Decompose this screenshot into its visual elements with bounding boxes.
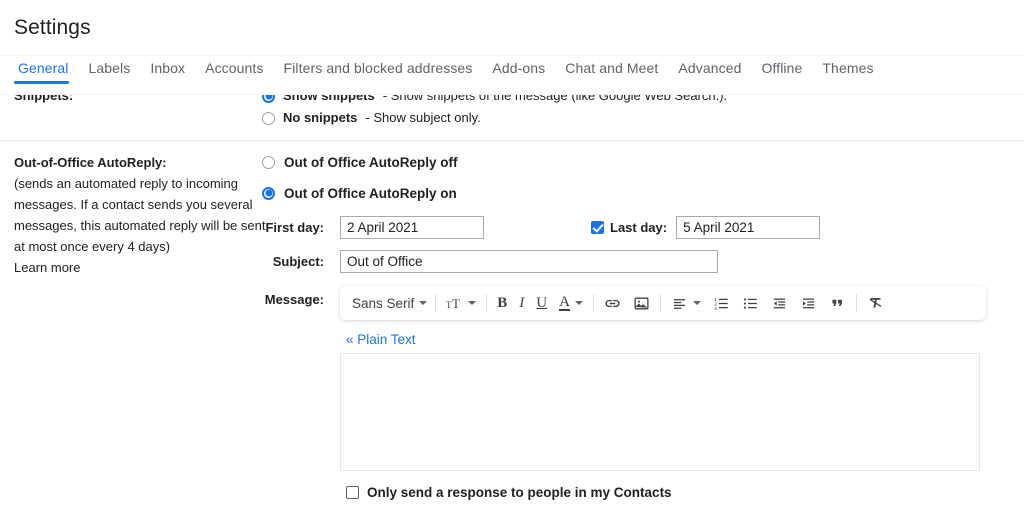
tab-add-ons[interactable]: Add-ons: [482, 56, 555, 90]
message-editor: Sans Serif T T B I U A 1 2 3 « Plain Tex…: [340, 286, 986, 500]
tab-accounts[interactable]: Accounts: [195, 56, 273, 90]
font-family-selector[interactable]: Sans Serif: [344, 289, 431, 317]
toolbar-divider: [592, 294, 594, 312]
last-day-input[interactable]: [676, 216, 821, 239]
date-range-row: First day: Last day:: [262, 216, 1024, 239]
chevron-down-icon: [419, 301, 428, 305]
only-contacts-checkbox[interactable]: [346, 486, 359, 499]
last-day-label: Last day:: [610, 220, 668, 235]
radio-no-snippets[interactable]: [262, 111, 275, 125]
last-day-checkbox[interactable]: [591, 221, 604, 234]
subject-label: Subject:: [272, 254, 324, 269]
autoreply-on-label: Out of Office AutoReply on: [284, 185, 457, 201]
settings-page: Snippets: Show snippets - Show snippets …: [0, 0, 1024, 520]
link-icon: [604, 295, 621, 312]
chevron-down-icon: [692, 301, 701, 305]
message-label: Message:: [264, 292, 324, 307]
snippets-option-none[interactable]: No snippets - Show subject only.: [262, 107, 727, 129]
out-of-office-option-off[interactable]: Out of Office AutoReply off: [262, 150, 1024, 174]
tab-advanced[interactable]: Advanced: [668, 56, 751, 90]
text-color-icon: A: [559, 294, 570, 311]
bulleted-list-button[interactable]: [736, 289, 765, 317]
tab-filters-and-blocked-addresses[interactable]: Filters and blocked addresses: [274, 56, 483, 90]
image-icon: [633, 295, 650, 312]
bulleted-list-icon: [742, 296, 759, 311]
snippets-none-label: No snippets: [283, 110, 358, 125]
numbered-list-icon: 1 2 3: [713, 296, 730, 311]
font-size-icon: T T: [446, 296, 463, 311]
indent-less-button[interactable]: [765, 289, 794, 317]
remove-formatting-button[interactable]: [861, 289, 890, 317]
chevron-down-icon: [468, 301, 477, 305]
quote-button[interactable]: [823, 289, 852, 317]
only-contacts-label: Only send a response to people in my Con…: [367, 485, 672, 500]
section-divider: [0, 140, 1024, 141]
out-of-office-heading: Out-of-Office AutoReply:: [14, 155, 167, 170]
subject-input[interactable]: [340, 250, 718, 273]
align-left-icon: [671, 296, 688, 311]
indent-more-button[interactable]: [794, 289, 823, 317]
align-button[interactable]: [665, 289, 707, 317]
radio-autoreply-off[interactable]: [262, 155, 275, 169]
out-of-office-label-column: Out-of-Office AutoReply: (sends an autom…: [14, 152, 272, 278]
plain-text-toggle-link[interactable]: « Plain Text: [346, 332, 416, 347]
tab-themes[interactable]: Themes: [812, 56, 883, 90]
toolbar-divider: [659, 294, 661, 312]
page-title: Settings: [14, 15, 91, 39]
svg-text:T: T: [452, 296, 460, 311]
message-body-input[interactable]: [340, 353, 980, 471]
insert-image-button[interactable]: [627, 289, 656, 317]
indent-increase-icon: [800, 296, 817, 311]
last-day-group: Last day:: [591, 216, 821, 239]
radio-autoreply-on[interactable]: [262, 186, 275, 200]
numbered-list-button[interactable]: 1 2 3: [707, 289, 736, 317]
font-family-value: Sans Serif: [352, 295, 415, 311]
tab-chat-and-meet[interactable]: Chat and Meet: [555, 56, 668, 90]
message-row: Message: Sans Serif T T B I U A 1 2 3 « …: [262, 286, 1024, 500]
italic-button[interactable]: I: [513, 289, 530, 317]
toolbar-divider: [435, 294, 437, 312]
svg-text:3: 3: [714, 305, 717, 310]
remove-formatting-icon: [867, 295, 884, 311]
out-of-office-description: (sends an automated reply to incoming me…: [14, 176, 266, 254]
tab-offline[interactable]: Offline: [751, 56, 812, 90]
first-day-label: First day:: [265, 220, 324, 235]
bold-button[interactable]: B: [491, 289, 513, 317]
indent-decrease-icon: [771, 296, 788, 311]
block-quote-icon: [829, 296, 846, 311]
settings-tab-bar: General Labels Inbox Accounts Filters an…: [0, 56, 1024, 94]
toolbar-divider: [486, 294, 488, 312]
formatting-toolbar: Sans Serif T T B I U A 1 2 3: [340, 286, 986, 320]
settings-header: Settings: [0, 0, 1024, 56]
text-color-button[interactable]: A: [553, 289, 589, 317]
out-of-office-option-on[interactable]: Out of Office AutoReply on: [262, 181, 1024, 205]
only-contacts-row[interactable]: Only send a response to people in my Con…: [346, 485, 986, 500]
first-day-input[interactable]: [340, 216, 484, 239]
font-size-selector[interactable]: T T: [440, 289, 482, 317]
tab-inbox[interactable]: Inbox: [140, 56, 195, 90]
subject-row: Subject:: [262, 250, 1024, 273]
tab-labels[interactable]: Labels: [79, 56, 141, 90]
chevron-down-icon: [574, 301, 583, 305]
autoreply-off-label: Out of Office AutoReply off: [284, 154, 458, 170]
learn-more-link[interactable]: Learn more: [14, 260, 80, 275]
tab-general[interactable]: General: [14, 56, 79, 90]
underline-button[interactable]: U: [530, 289, 553, 317]
out-of-office-controls: Out of Office AutoReply off Out of Offic…: [262, 150, 1024, 500]
toolbar-divider: [855, 294, 857, 312]
insert-link-button[interactable]: [598, 289, 627, 317]
snippets-none-description: - Show subject only.: [365, 110, 481, 125]
